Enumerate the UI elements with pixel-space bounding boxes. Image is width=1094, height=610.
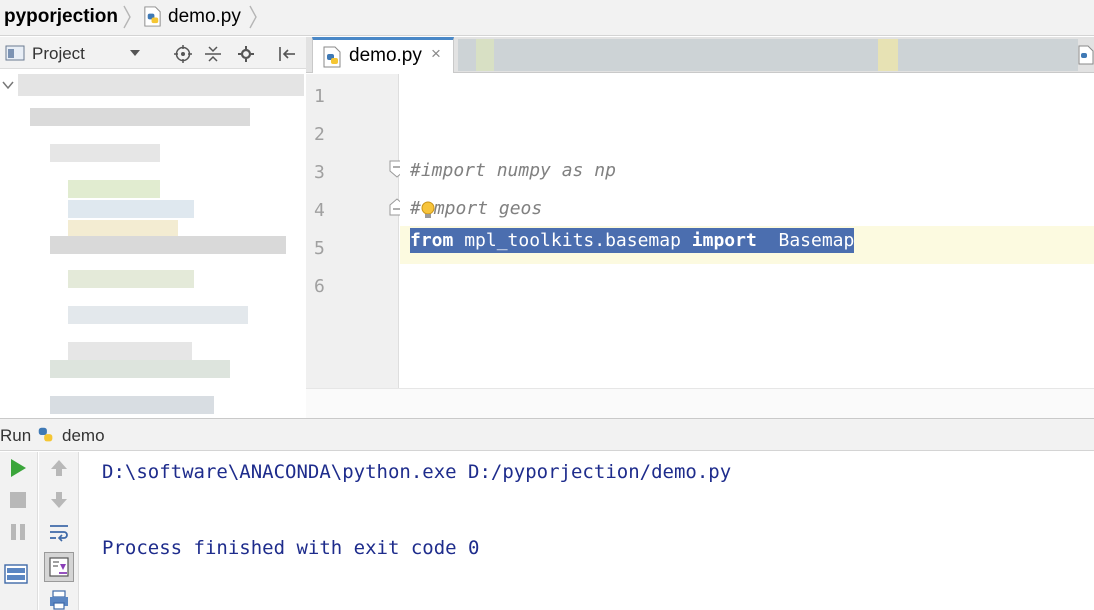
- python-file-icon: [38, 427, 53, 442]
- up-stack-frame-button[interactable]: [45, 454, 73, 482]
- python-file-icon: [1078, 45, 1094, 65]
- tree-item-obscured: [68, 270, 194, 288]
- breadcrumb-separator-icon: [123, 5, 131, 29]
- line-number: 3: [314, 162, 325, 183]
- down-stack-frame-button[interactable]: [45, 486, 73, 514]
- tree-item-obscured: [50, 360, 230, 378]
- restore-layout-button[interactable]: [2, 560, 30, 588]
- python-file-icon: [144, 6, 161, 27]
- console-command-line: D:\software\ANACONDA\python.exe D:/pypor…: [102, 461, 732, 483]
- editor-bottom-strip: [306, 388, 1094, 418]
- scroll-to-end-button[interactable]: [44, 552, 74, 582]
- line-number: 6: [314, 276, 325, 297]
- arrow-down-icon: [51, 492, 67, 508]
- tree-item-obscured: [30, 108, 250, 126]
- module-name: mpl_toolkits.basemap: [453, 230, 692, 251]
- stop-button[interactable]: [4, 486, 32, 514]
- run-toolbar-right: [39, 452, 79, 610]
- code-comment-rest: mport geos: [433, 198, 543, 219]
- locate-file-icon[interactable]: [174, 45, 192, 63]
- tabs-obscured: [878, 39, 898, 71]
- pause-button[interactable]: [4, 518, 32, 546]
- print-icon: [50, 590, 68, 610]
- pause-icon: [11, 524, 25, 540]
- tab-demo-py[interactable]: demo.py ×: [312, 37, 454, 73]
- breadcrumb-file[interactable]: demo.py: [168, 6, 241, 28]
- run-panel-title: Run: [0, 426, 32, 445]
- tree-item-obscured: [50, 236, 286, 254]
- chevron-down-icon[interactable]: [130, 50, 140, 56]
- tree-item-obscured: [50, 396, 214, 414]
- hide-panel-icon[interactable]: [278, 45, 296, 63]
- run-console[interactable]: D:\software\ANACONDA\python.exe D:/pypor…: [80, 452, 1094, 610]
- code-comment: #import numpy as np: [410, 160, 616, 181]
- run-panel-header: Run demo: [0, 418, 1094, 451]
- line-number: 5: [314, 238, 325, 259]
- tree-item-obscured: [50, 144, 160, 162]
- project-panel-header: Project: [0, 37, 306, 69]
- keyword-import: import: [691, 230, 757, 251]
- tree-item-obscured: [18, 74, 304, 96]
- scroll-to-end-icon: [49, 557, 69, 577]
- print-button[interactable]: [45, 586, 73, 610]
- breadcrumb: pyporjection demo.py: [0, 0, 1094, 36]
- restore-layout-icon: [4, 564, 28, 584]
- code-line-3[interactable]: #import numpy as np: [410, 160, 616, 181]
- project-tree[interactable]: [0, 70, 306, 418]
- run-toolbar-left: [0, 452, 38, 610]
- chevron-down-icon[interactable]: [2, 80, 14, 90]
- breadcrumb-project[interactable]: pyporjection: [4, 6, 118, 28]
- breadcrumb-separator-icon: [249, 5, 257, 29]
- code-line-5-selected[interactable]: from mpl_toolkits.basemap import Basemap: [410, 228, 855, 253]
- collapse-all-icon[interactable]: [204, 45, 222, 63]
- tab-label: demo.py: [349, 45, 422, 66]
- tree-item-obscured: [68, 200, 194, 218]
- python-file-icon: [323, 46, 341, 68]
- import-name: Basemap: [756, 230, 855, 251]
- line-number: 1: [314, 86, 325, 107]
- gear-icon[interactable]: [238, 45, 256, 63]
- run-config-tab[interactable]: demo: [62, 426, 105, 446]
- run-icon: [11, 459, 26, 477]
- tree-item-obscured: [68, 342, 192, 360]
- soft-wrap-icon: [50, 525, 68, 542]
- code-editor[interactable]: #import numpy as np # mport geos from mpl…: [400, 74, 1094, 388]
- stop-icon: [10, 492, 26, 508]
- keyword-from: from: [410, 230, 454, 251]
- project-view-selector[interactable]: Project: [32, 44, 85, 64]
- tree-item-obscured: [68, 306, 248, 324]
- line-number: 2: [314, 124, 325, 145]
- editor-tab-bar: demo.py ×: [306, 37, 1094, 73]
- rerun-button[interactable]: [4, 454, 32, 482]
- line-number: 4: [314, 200, 325, 221]
- tabs-obscured: [476, 39, 494, 71]
- close-icon[interactable]: ×: [431, 44, 441, 64]
- project-icon: [5, 45, 25, 61]
- tree-item-obscured: [68, 180, 160, 198]
- arrow-up-icon: [51, 460, 67, 476]
- console-exit-line: Process finished with exit code 0: [102, 537, 480, 559]
- intention-bulb-icon[interactable]: [420, 200, 436, 220]
- editor-gutter[interactable]: 1 2 3 4 5 6: [306, 74, 399, 418]
- tabs-obscured: [458, 39, 1078, 71]
- soft-wrap-button[interactable]: [45, 518, 73, 546]
